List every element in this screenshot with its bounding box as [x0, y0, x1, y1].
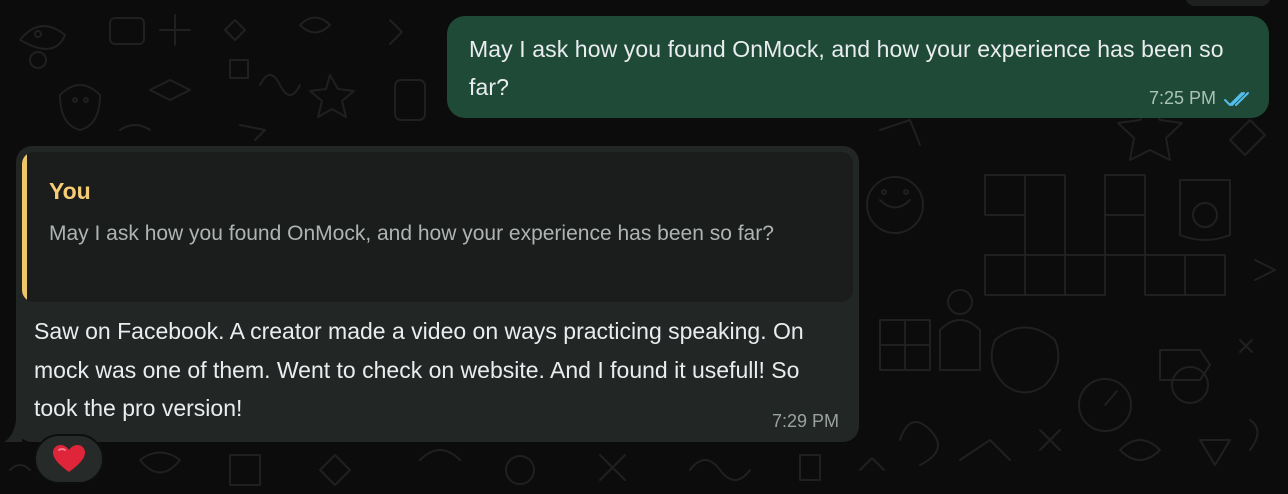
red-heart-icon [53, 445, 85, 472]
previous-message-edge [1186, 0, 1270, 6]
incoming-message-bubble[interactable]: You May I ask how you found OnMock, and … [16, 146, 859, 442]
quoted-author: You [49, 178, 91, 204]
incoming-message-text: Saw on Facebook. A creator made a video … [34, 318, 804, 421]
outgoing-message-text: May I ask how you found OnMock, and how … [469, 36, 1224, 100]
incoming-message-time: 7:29 PM [771, 411, 839, 431]
outgoing-message-time: 7:25 PM [1148, 88, 1216, 108]
quoted-text: May I ask how you found OnMock, and how … [49, 222, 774, 245]
double-check-read-icon [1224, 91, 1249, 106]
quote-accent-bar [22, 152, 27, 302]
message-reaction[interactable] [34, 434, 104, 484]
outgoing-message-meta: 7:25 PM [1149, 88, 1251, 109]
quoted-reply[interactable]: You May I ask how you found OnMock, and … [22, 152, 853, 302]
outgoing-message-bubble[interactable]: May I ask how you found OnMock, and how … [447, 16, 1269, 118]
